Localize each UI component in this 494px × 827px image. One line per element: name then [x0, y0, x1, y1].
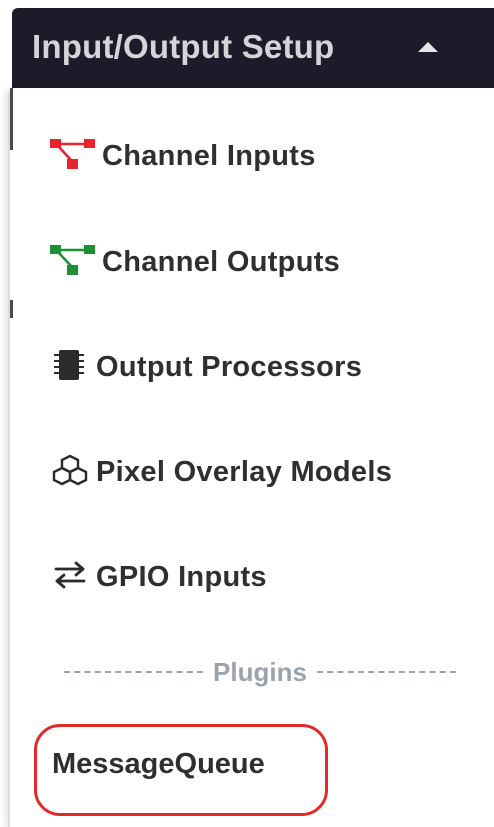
chip-icon: [50, 348, 90, 387]
divider-label: Plugins: [213, 656, 307, 687]
caret-up-icon: [418, 42, 438, 52]
channel-outputs-icon: [50, 243, 96, 282]
menu-left-edge-mark: [10, 300, 13, 318]
menu-item-label: Output Processors: [96, 350, 363, 383]
menu-item-label: Channel Inputs: [102, 139, 316, 172]
menu-item-messagequeue[interactable]: MessageQueue: [52, 748, 265, 781]
menu-item-channel-outputs[interactable]: Channel Outputs: [50, 242, 340, 282]
plugins-divider: Plugins: [64, 652, 456, 692]
menu-item-output-processors[interactable]: Output Processors: [50, 347, 362, 387]
divider-line-right: [316, 671, 456, 673]
divider-line-left: [64, 671, 204, 673]
dropdown-title: Input/Output Setup: [32, 28, 335, 65]
menu-item-label: Pixel Overlay Models: [96, 455, 393, 488]
channel-inputs-icon: [50, 137, 96, 176]
exchange-arrows-icon: [50, 558, 90, 597]
menu-left-edge: [10, 88, 13, 150]
menu-item-gpio-inputs[interactable]: GPIO Inputs: [50, 557, 267, 597]
menu-item-label: Channel Outputs: [102, 245, 341, 278]
menu-item-pixel-overlay-models[interactable]: Pixel Overlay Models: [50, 452, 392, 492]
menu-item-label: GPIO Inputs: [96, 560, 267, 593]
cubes-icon: [50, 453, 90, 492]
menu-item-channel-inputs[interactable]: Channel Inputs: [50, 136, 316, 176]
navbar-dropdown-toggle[interactable]: Input/Output Setup: [12, 8, 494, 88]
